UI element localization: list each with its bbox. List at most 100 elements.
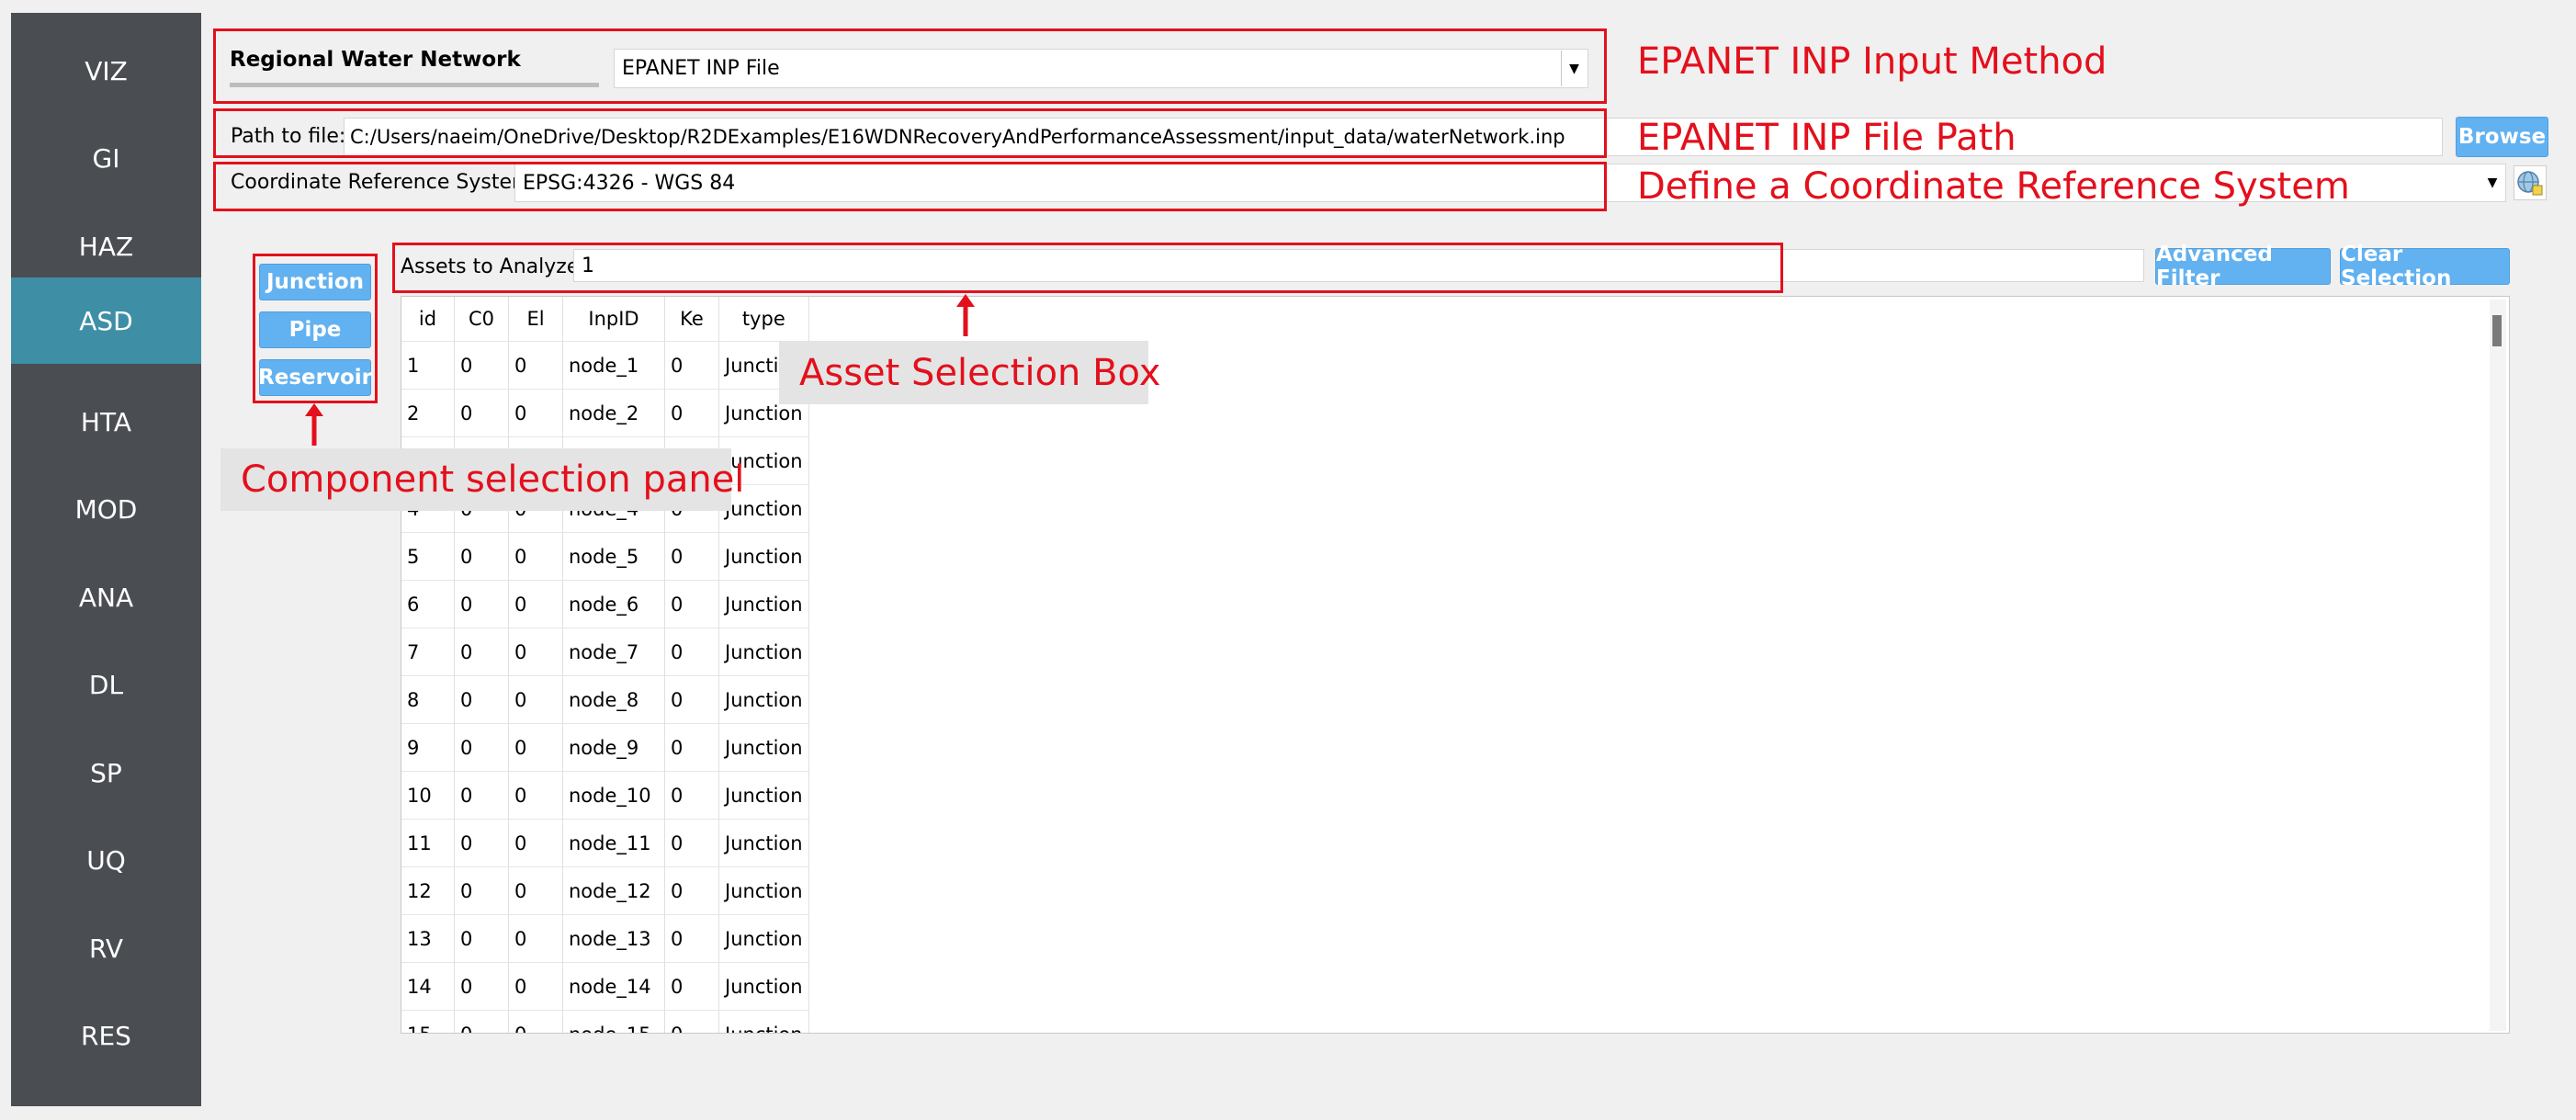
cell-id[interactable]: 11 [401, 819, 455, 867]
cell-c0[interactable]: 0 [454, 675, 509, 724]
sidebar-item-gi[interactable]: GI [11, 115, 201, 201]
table-row[interactable]: 5 0 0 node_5 0 Junction [401, 532, 809, 581]
cell-inpid[interactable]: node_7 [562, 628, 665, 676]
cell-id[interactable]: 14 [401, 962, 455, 1011]
cell-ke[interactable]: 0 [664, 628, 719, 676]
cell-el[interactable]: 0 [508, 675, 563, 724]
cell-ke[interactable]: 0 [664, 723, 719, 772]
cell-c0[interactable]: 0 [454, 771, 509, 820]
column-header-inpid[interactable]: InpID [562, 297, 665, 342]
cell-type[interactable]: Junction [718, 866, 809, 915]
cell-type[interactable]: Junction [718, 1010, 809, 1033]
cell-inpid[interactable]: node_5 [562, 532, 665, 581]
cell-id[interactable]: 12 [401, 866, 455, 915]
cell-type[interactable]: Junction [718, 628, 809, 676]
cell-el[interactable]: 0 [508, 866, 563, 915]
chevron-down-icon[interactable]: ▼ [2480, 165, 2504, 200]
browse-button[interactable]: Browse [2456, 117, 2548, 157]
cell-inpid[interactable]: node_13 [562, 914, 665, 963]
table-row[interactable]: 1 0 0 node_1 0 Junction [401, 341, 809, 390]
cell-c0[interactable]: 0 [454, 341, 509, 390]
cell-el[interactable]: 0 [508, 819, 563, 867]
table-row[interactable]: 11 0 0 node_11 0 Junction [401, 819, 809, 867]
column-header-ke[interactable]: Ke [664, 297, 719, 342]
cell-inpid[interactable]: node_2 [562, 389, 665, 437]
globe-icon[interactable] [2514, 165, 2547, 200]
sidebar-item-mod[interactable]: MOD [11, 466, 201, 552]
cell-inpid[interactable]: node_9 [562, 723, 665, 772]
table-row[interactable]: 13 0 0 node_13 0 Junction [401, 914, 809, 963]
table-row[interactable]: 2 0 0 node_2 0 Junction [401, 389, 809, 437]
table-row[interactable]: 12 0 0 node_12 0 Junction [401, 866, 809, 915]
cell-id[interactable]: 8 [401, 675, 455, 724]
table-row[interactable]: 10 0 0 node_10 0 Junction [401, 771, 809, 820]
cell-c0[interactable]: 0 [454, 389, 509, 437]
cell-inpid[interactable]: node_12 [562, 866, 665, 915]
cell-c0[interactable]: 0 [454, 1010, 509, 1033]
table-row[interactable]: 8 0 0 node_8 0 Junction [401, 675, 809, 724]
cell-c0[interactable]: 0 [454, 723, 509, 772]
cell-c0[interactable]: 0 [454, 532, 509, 581]
cell-c0[interactable]: 0 [454, 580, 509, 628]
table-row[interactable]: 7 0 0 node_7 0 Junction [401, 628, 809, 676]
cell-type[interactable]: Junction [718, 819, 809, 867]
cell-el[interactable]: 0 [508, 771, 563, 820]
cell-type[interactable]: Junction [718, 914, 809, 963]
cell-type[interactable]: Junction [718, 580, 809, 628]
cell-id[interactable]: 13 [401, 914, 455, 963]
cell-inpid[interactable]: node_11 [562, 819, 665, 867]
cell-ke[interactable]: 0 [664, 914, 719, 963]
cell-ke[interactable]: 0 [664, 771, 719, 820]
cell-id[interactable]: 2 [401, 389, 455, 437]
cell-ke[interactable]: 0 [664, 962, 719, 1011]
sidebar-item-asd[interactable]: ASD [11, 277, 201, 364]
cell-el[interactable]: 0 [508, 962, 563, 1011]
cell-id[interactable]: 7 [401, 628, 455, 676]
cell-ke[interactable]: 0 [664, 819, 719, 867]
cell-el[interactable]: 0 [508, 1010, 563, 1033]
table-row[interactable]: 14 0 0 node_14 0 Junction [401, 962, 809, 1011]
sidebar-item-dl[interactable]: DL [11, 641, 201, 728]
cell-el[interactable]: 0 [508, 628, 563, 676]
cell-c0[interactable]: 0 [454, 962, 509, 1011]
cell-inpid[interactable]: node_14 [562, 962, 665, 1011]
cell-id[interactable]: 10 [401, 771, 455, 820]
table-row[interactable]: 6 0 0 node_6 0 Junction [401, 580, 809, 628]
cell-el[interactable]: 0 [508, 532, 563, 581]
cell-type[interactable]: Junction [718, 962, 809, 1011]
cell-el[interactable]: 0 [508, 580, 563, 628]
sidebar-item-sp[interactable]: SP [11, 730, 201, 816]
table-row[interactable]: 9 0 0 node_9 0 Junction [401, 723, 809, 772]
cell-c0[interactable]: 0 [454, 866, 509, 915]
cell-id[interactable]: 15 [401, 1010, 455, 1033]
assets-table[interactable]: id C0 El InpID Ke type 1 0 0 node_1 0 Junctio… [401, 296, 2510, 1034]
sidebar-item-uq[interactable]: UQ [11, 817, 201, 903]
cell-type[interactable]: Junction [718, 675, 809, 724]
column-header-c0[interactable]: C0 [454, 297, 509, 342]
sidebar-item-ana[interactable]: ANA [11, 554, 201, 640]
cell-type[interactable]: Junction [718, 771, 809, 820]
cell-ke[interactable]: 0 [664, 389, 719, 437]
cell-inpid[interactable]: node_8 [562, 675, 665, 724]
cell-id[interactable]: 1 [401, 341, 455, 390]
cell-el[interactable]: 0 [508, 723, 563, 772]
cell-id[interactable]: 9 [401, 723, 455, 772]
sidebar-item-viz[interactable]: VIZ [11, 28, 201, 114]
sidebar-item-hta[interactable]: HTA [11, 379, 201, 465]
cell-id[interactable]: 5 [401, 532, 455, 581]
cell-ke[interactable]: 0 [664, 1010, 719, 1033]
cell-c0[interactable]: 0 [454, 628, 509, 676]
cell-c0[interactable]: 0 [454, 819, 509, 867]
cell-type[interactable]: Junction [718, 723, 809, 772]
table-scrollbar-thumb[interactable] [2492, 315, 2502, 346]
cell-c0[interactable]: 0 [454, 914, 509, 963]
column-header-type[interactable]: type [718, 297, 809, 342]
cell-ke[interactable]: 0 [664, 866, 719, 915]
column-header-el[interactable]: El [508, 297, 563, 342]
sidebar-item-res[interactable]: RES [11, 992, 201, 1079]
cell-type[interactable]: Junction [718, 532, 809, 581]
cell-el[interactable]: 0 [508, 341, 563, 390]
cell-ke[interactable]: 0 [664, 341, 719, 390]
clear-selection-button[interactable]: Clear Selection [2340, 243, 2510, 290]
cell-ke[interactable]: 0 [664, 580, 719, 628]
